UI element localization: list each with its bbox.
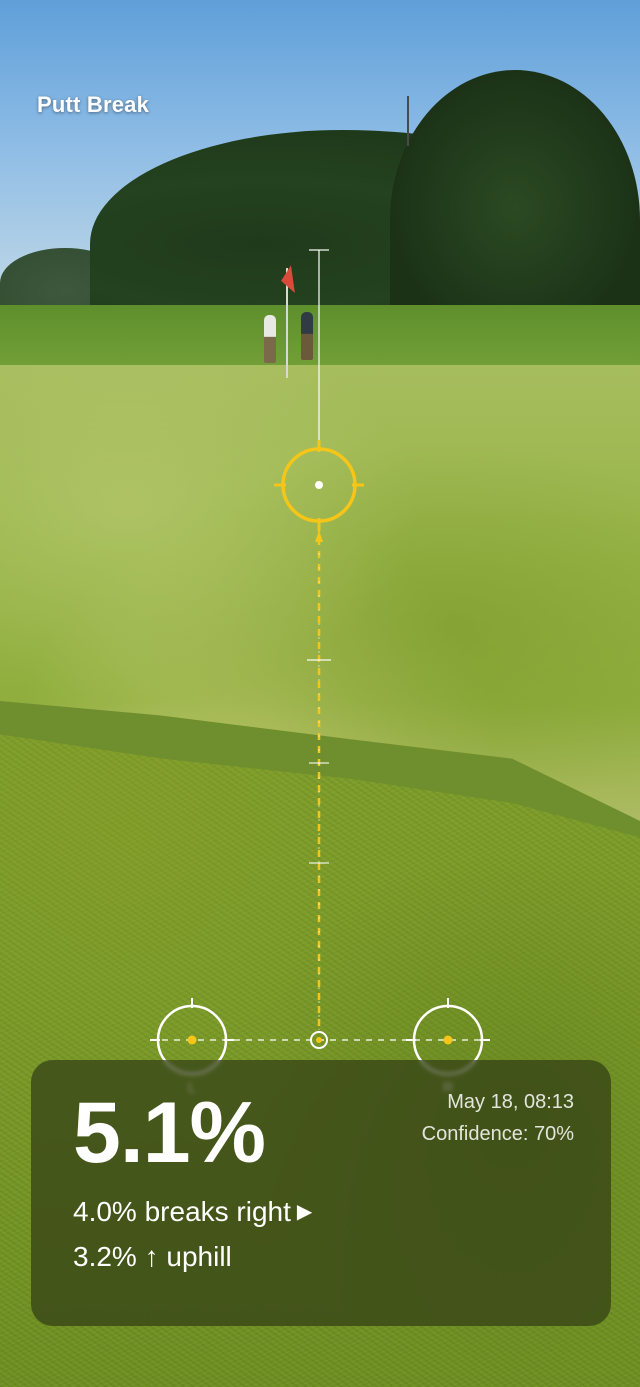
break-readout: 4.0% breaks right ▶ [73,1196,312,1228]
result-panel[interactable]: 5.1% 4.0% breaks right ▶ 3.2% ↑ uphill Ma… [31,1060,611,1326]
path-arrow-icon [315,530,323,542]
triangle-right-icon: ▶ [296,1201,313,1223]
slope-total-value: 5.1% [73,1085,266,1181]
break-text: 4.0% breaks right [73,1196,291,1227]
ball-marker[interactable] [310,1031,328,1049]
confidence-readout: Confidence: 70% [421,1123,574,1145]
target-reticle[interactable] [274,440,364,530]
app-title: Putt Break [37,92,150,117]
timestamp: May 18, 08:13 [447,1091,574,1113]
camera-view[interactable]: L R Putt Break 5.1% 4.0% breaks right▶ 3… [0,0,640,1387]
uphill-readout: 3.2% ↑ uphill [73,1241,232,1272]
